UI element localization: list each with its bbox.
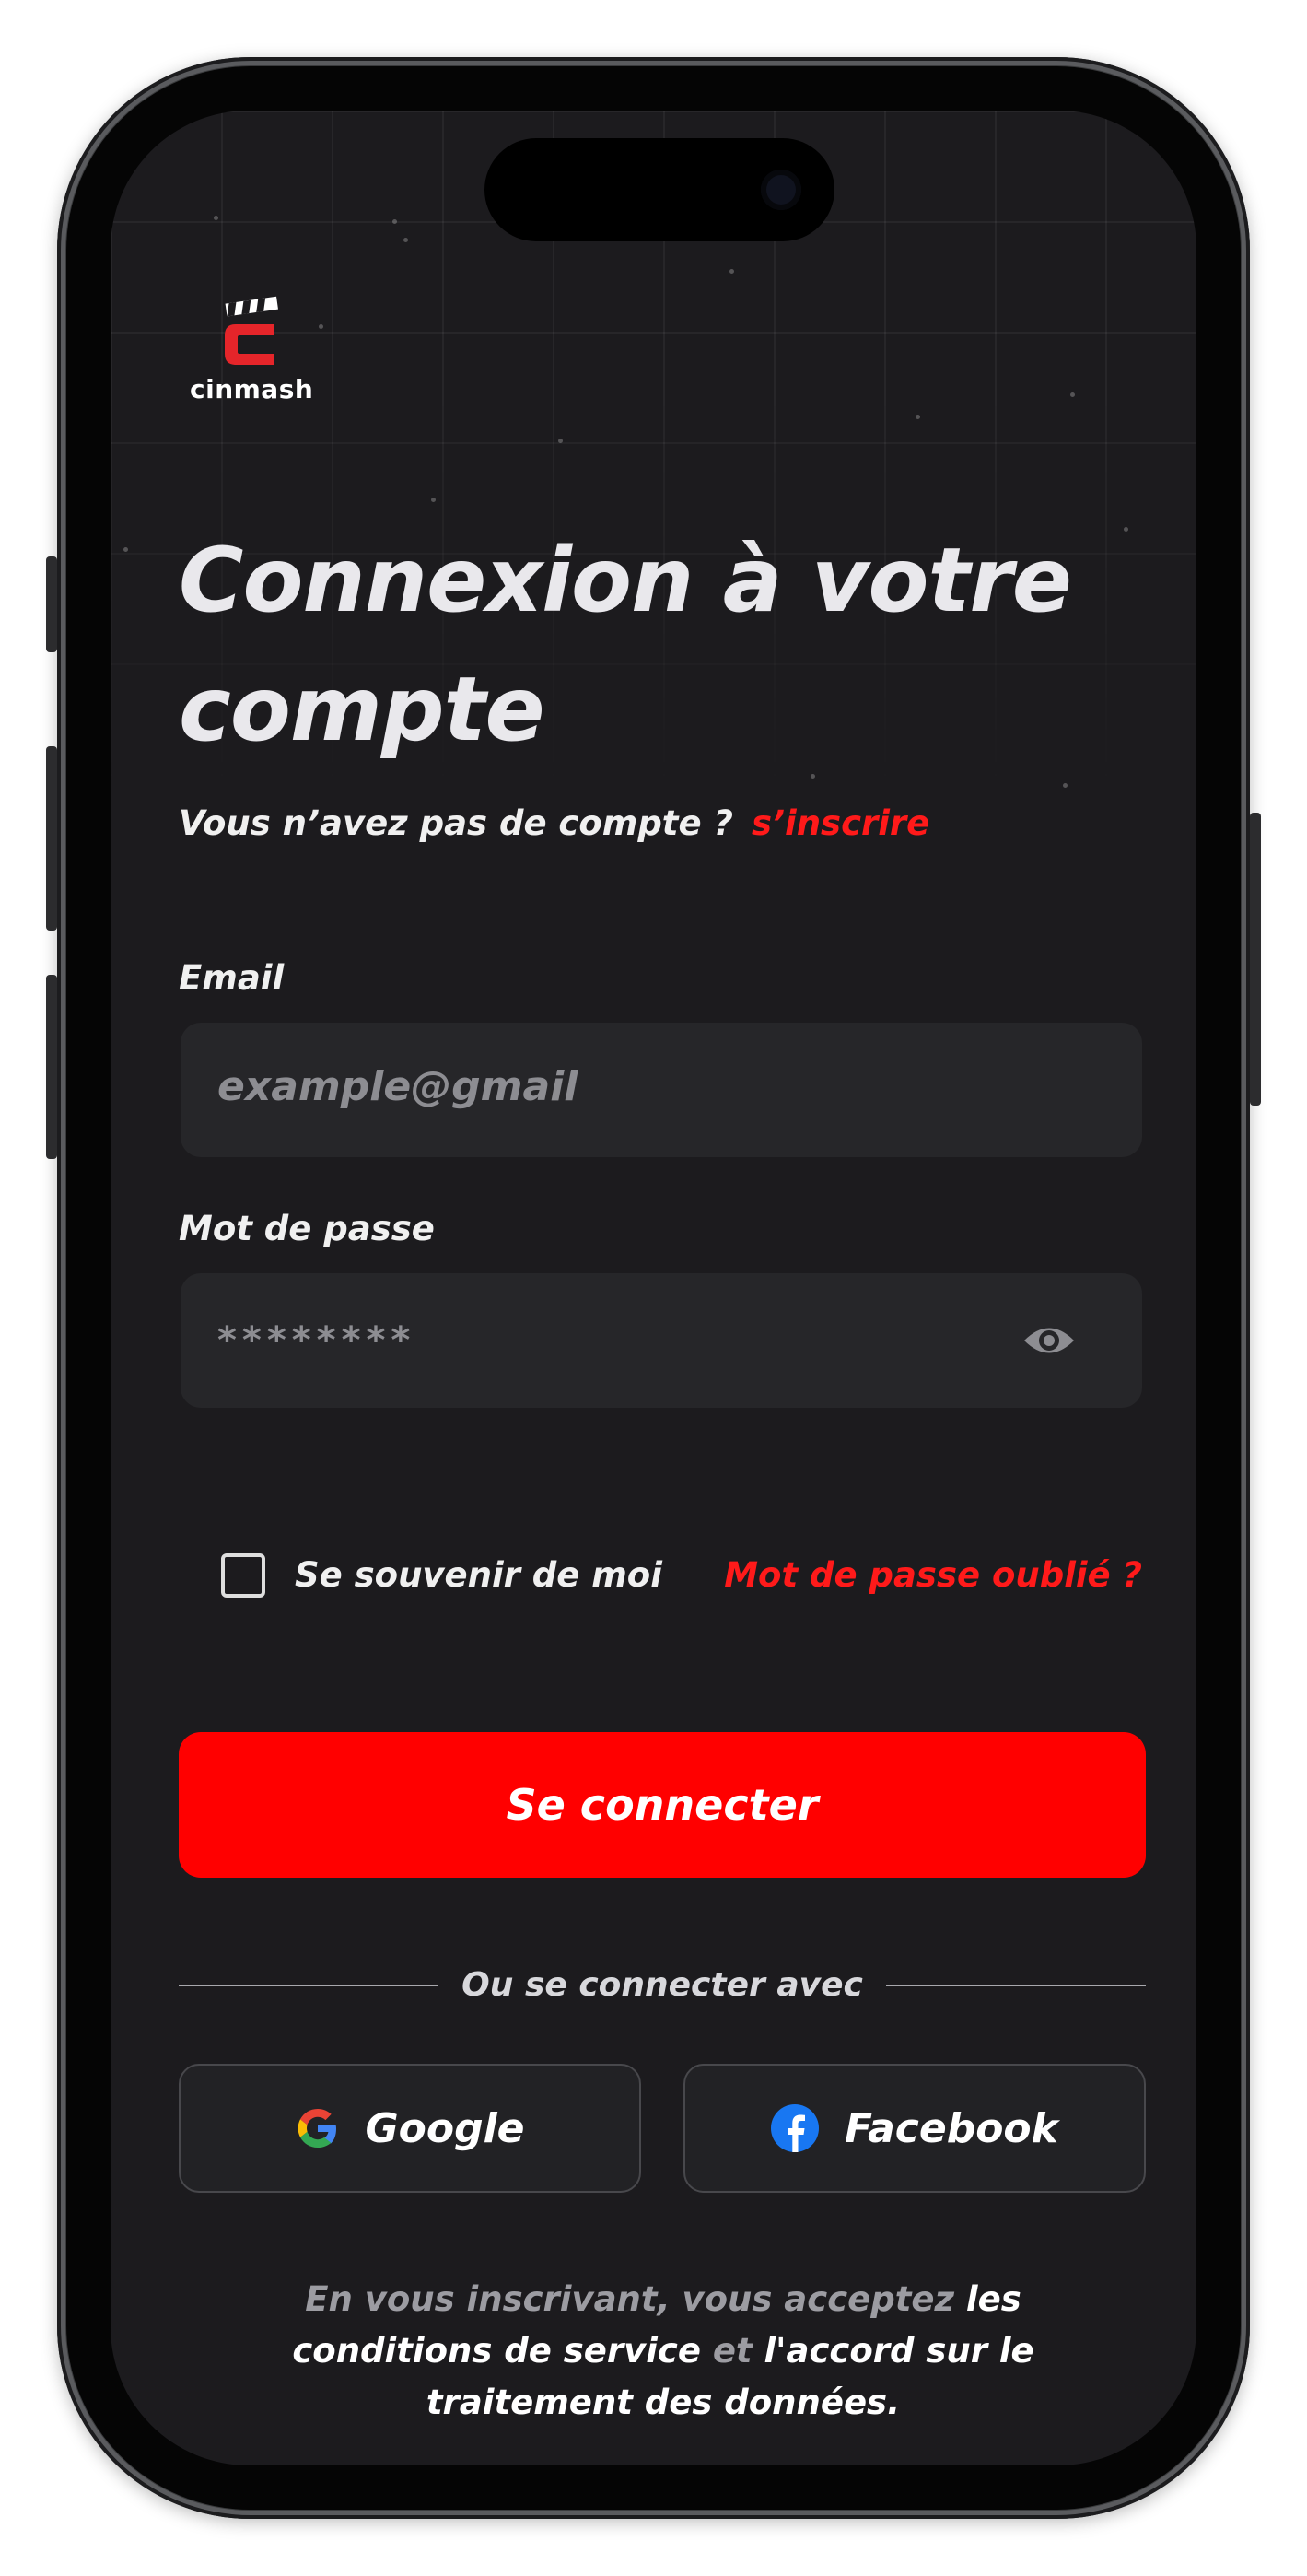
camera-lens (761, 170, 801, 210)
cinmash-logo[interactable]: cinmash (190, 293, 314, 404)
star-dot (319, 324, 323, 329)
power-button (1250, 813, 1261, 1106)
star-dot (811, 774, 815, 779)
screen: cinmash Connexion à votre compte Vous n’… (111, 111, 1196, 2465)
action-button (46, 556, 57, 652)
remember-label[interactable]: Se souvenir de moi (295, 1555, 662, 1595)
remember-row: Se souvenir de moi Mot de passe oublié ? (221, 1548, 1142, 1603)
star-dot (403, 238, 408, 242)
signup-link[interactable]: s’inscrire (752, 803, 929, 843)
terms-text: En vous inscrivant, vous acceptez les co… (221, 2274, 1105, 2429)
star-dot (729, 269, 734, 274)
dynamic-island (484, 138, 834, 241)
google-button[interactable]: Google (179, 2064, 641, 2193)
email-field[interactable]: example@gmail (181, 1023, 1142, 1157)
no-account-text: Vous n’avez pas de compte ? (179, 803, 733, 843)
cinmash-logo-icon (225, 296, 278, 365)
password-value: ******** (217, 1319, 416, 1362)
volume-up-button (46, 746, 57, 931)
facebook-label: Facebook (845, 2104, 1058, 2152)
logo-text: cinmash (190, 374, 314, 404)
password-label: Mot de passe (179, 1209, 435, 1248)
facebook-button[interactable]: Facebook (683, 2064, 1146, 2193)
eye-icon[interactable] (1022, 1321, 1076, 1360)
terms-intro: En vous inscrivant, vous acceptez (305, 2279, 955, 2319)
forgot-password-link[interactable]: Mot de passe oublié ? (724, 1555, 1142, 1595)
star-dot (392, 219, 397, 224)
google-icon (298, 2109, 336, 2148)
star-dot (214, 216, 218, 220)
page-title: Connexion à votre compte (179, 516, 1155, 774)
social-divider: Ou se connecter avec (179, 1962, 1146, 2008)
divider-line-right (886, 1985, 1146, 1986)
star-dot (1070, 392, 1075, 397)
star-dot (1063, 783, 1068, 788)
login-button[interactable]: Se connecter (179, 1732, 1146, 1878)
star-dot (123, 547, 128, 552)
signup-prompt: Vous n’avez pas de compte ? s’inscrire (179, 803, 929, 843)
facebook-icon (771, 2104, 820, 2152)
email-placeholder: example@gmail (217, 1063, 578, 1110)
star-dot (431, 498, 436, 502)
title-line-1: Connexion à votre (179, 529, 1072, 632)
email-label: Email (179, 958, 285, 998)
volume-down-button (46, 975, 57, 1159)
remember-checkbox[interactable] (221, 1553, 265, 1598)
star-dot (916, 415, 920, 419)
star-dot (558, 439, 563, 443)
terms-and: et (712, 2331, 753, 2371)
google-label: Google (365, 2104, 525, 2152)
password-field[interactable]: ******** (181, 1273, 1142, 1408)
title-line-2: compte (179, 658, 545, 761)
